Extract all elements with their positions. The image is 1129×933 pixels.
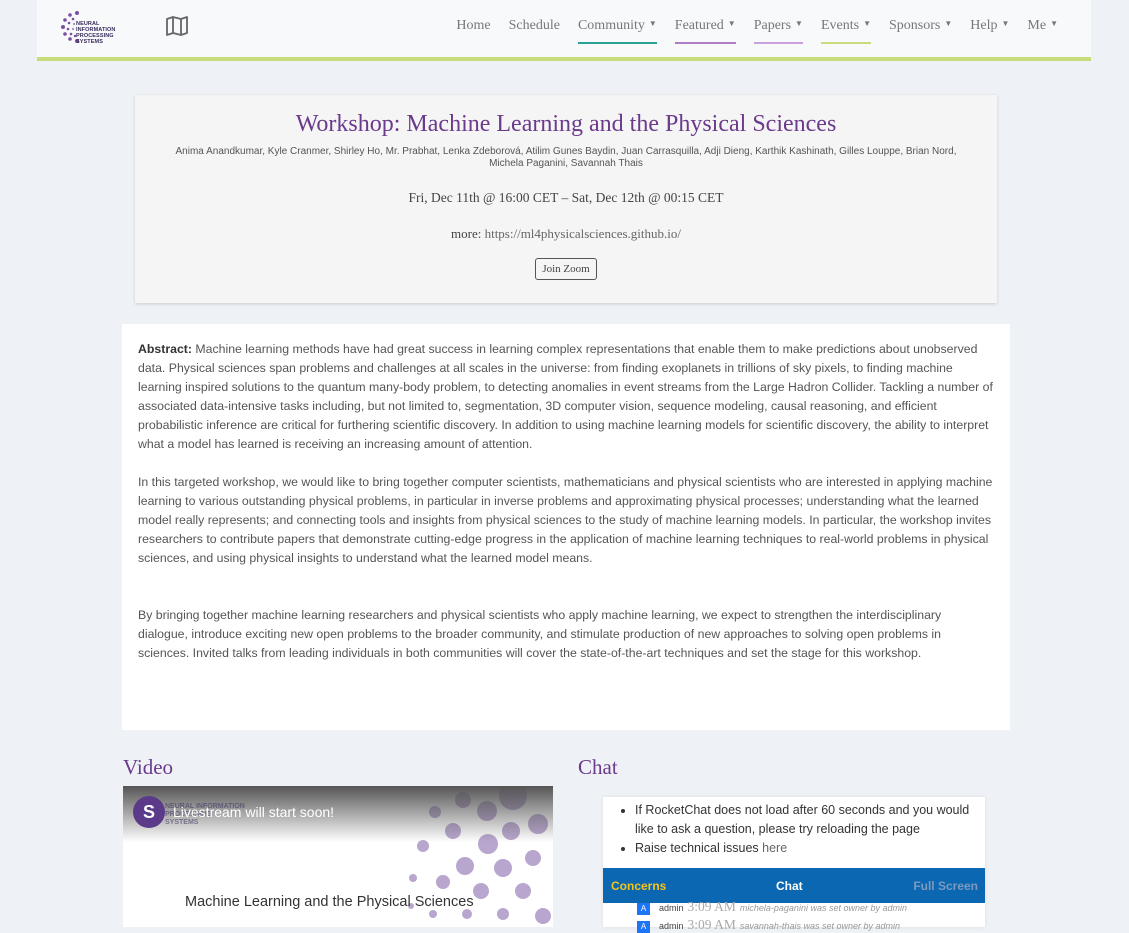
chat-message: Aadmin 3:09 AM michela-paganini was set ow… (637, 899, 907, 915)
nav-item-help[interactable]: Help ▼ (961, 0, 1018, 43)
nav-underline (753, 42, 803, 44)
nav-item-papers[interactable]: Papers ▼ (745, 0, 812, 44)
technical-issues-link[interactable]: here (762, 841, 787, 855)
chat-note-reload: If RocketChat does not load after 60 sec… (635, 801, 985, 839)
nav-item-events[interactable]: Events ▼ (812, 0, 880, 44)
nav-item-label: Featured (674, 18, 724, 34)
nav-underline (577, 42, 657, 44)
more-info: more: https://ml4physicalsciences.github… (135, 226, 997, 242)
nav-item-label: Sponsors (888, 18, 941, 34)
video-title[interactable]: Livestream will start soon! (173, 804, 334, 820)
chat-message: Aadmin 3:09 AM savannah-thais was set owne… (637, 917, 900, 933)
nav-item-me[interactable]: Me ▼ (1018, 0, 1067, 43)
abstract-text-1: Machine learning methods have had great … (138, 342, 993, 451)
nav-item-label: Home (456, 18, 491, 33)
more-label: more: (451, 226, 482, 241)
event-time: Fri, Dec 11th @ 16:00 CET – Sat, Dec 12t… (408, 190, 724, 205)
channel-avatar[interactable]: S (133, 796, 165, 828)
nav-item-label: Me (1027, 18, 1047, 34)
nav-item-home[interactable]: Home (447, 0, 499, 43)
nav-item-label: Events (820, 18, 860, 34)
nav-item-community[interactable]: Community ▼ (569, 0, 666, 44)
full-screen-button[interactable]: Full Screen (913, 879, 978, 893)
tab-chat[interactable]: Chat (776, 879, 803, 893)
message-text: savannah-thais was set owner by admin (739, 921, 900, 931)
nav-item-schedule[interactable]: Schedule (500, 0, 569, 43)
nav-item-label: Papers (753, 18, 792, 34)
abstract-paragraph-2: In this targeted workshop, we would like… (138, 475, 993, 565)
chat-note-issues: Raise technical issues here (635, 839, 985, 858)
nav-item-label: Schedule (508, 18, 560, 33)
chevron-down-icon: ▼ (1050, 19, 1058, 28)
nav-menu: Home Schedule Community ▼ Featured ▼ Papers ▼ Ev… (447, 0, 1067, 57)
join-zoom-button[interactable]: Join Zoom (535, 258, 597, 280)
chat-notes: If RocketChat does not load after 60 sec… (603, 801, 985, 858)
nav-item-sponsors[interactable]: Sponsors ▼ (880, 0, 961, 43)
message-time: 3:09 AM (687, 899, 736, 914)
message-user[interactable]: admin (659, 921, 684, 931)
abstract-card: Abstract: Machine learning methods have … (122, 324, 1010, 730)
abstract-label: Abstract: (138, 342, 192, 356)
author-list: Anima Anandkumar, Kyle Cranmer, Shirley … (175, 146, 957, 169)
video-player[interactable]: NEURAL INFORMATION PROCESSING SYSTEMS S … (123, 786, 553, 927)
nav-item-label: Community (577, 18, 645, 34)
message-time: 3:09 AM (687, 917, 736, 932)
tab-concerns[interactable]: Concerns (611, 879, 666, 893)
user-avatar[interactable]: A (637, 902, 650, 915)
chevron-down-icon: ▼ (944, 19, 953, 28)
abstract-paragraph-3: By bringing together machine learning re… (138, 608, 942, 660)
nav-underline (674, 42, 736, 44)
workshop-link[interactable]: https://ml4physicalsciences.github.io/ (485, 226, 681, 241)
logo-text: NEURAL INFORMATION PROCESSING SYSTEMS (76, 21, 116, 45)
page-title: Workshop: Machine Learning and the Physi… (295, 111, 837, 137)
message-user[interactable]: admin (659, 903, 684, 913)
abstract-paragraph-1: Abstract: Machine learning methods have … (138, 340, 994, 454)
nav-underline (820, 42, 871, 44)
chat-heading: Chat (578, 755, 618, 779)
nav-item-label: Help (970, 18, 998, 34)
message-text: michela-paganini was set owner by admin (739, 903, 907, 913)
chevron-down-icon: ▼ (1001, 19, 1010, 28)
chat-note-issues-text: Raise technical issues (635, 841, 759, 855)
nav-item-featured[interactable]: Featured ▼ (666, 0, 745, 44)
navbar: NEURAL INFORMATION PROCESSING SYSTEMS Ho… (37, 0, 1091, 61)
video-caption: Machine Learning and the Physical Scienc… (185, 894, 474, 910)
chat-panel: If RocketChat does not load after 60 sec… (603, 797, 985, 933)
event-header-card: Workshop: Machine Learning and the Physi… (135, 95, 997, 303)
rocketchat-tab-bar: Concerns Chat Full Screen (603, 868, 985, 903)
video-heading: Video (123, 755, 174, 779)
neurips-logo[interactable]: NEURAL INFORMATION PROCESSING SYSTEMS (59, 9, 141, 45)
map-icon[interactable] (165, 16, 189, 36)
